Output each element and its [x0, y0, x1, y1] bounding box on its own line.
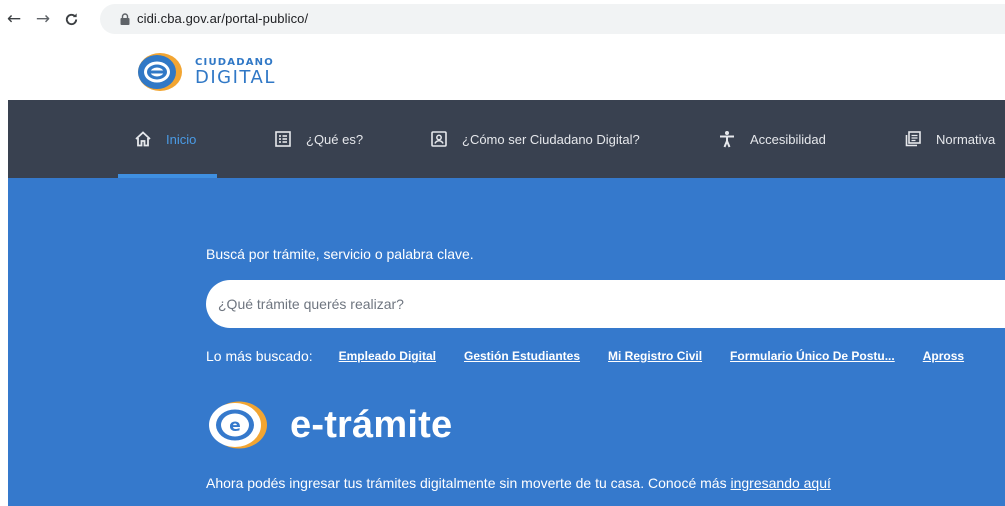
ingresando-aqui-link[interactable]: ingresando aquí	[730, 475, 830, 491]
hero-section: Buscá por trámite, servicio o palabra cl…	[8, 178, 1005, 506]
hero-description: Ahora podés ingresar tus trámites digita…	[206, 475, 831, 491]
address-bar[interactable]: cidi.cba.gov.ar/portal-publico/	[100, 4, 1005, 34]
search-input[interactable]	[206, 280, 1005, 328]
nav-item-inicio[interactable]: Inicio	[134, 100, 196, 178]
nav-label-accesibilidad: Accesibilidad	[750, 131, 826, 147]
url-text: cidi.cba.gov.ar/portal-publico/	[137, 11, 309, 26]
lock-icon	[120, 13, 130, 25]
nav-label-inicio: Inicio	[166, 131, 197, 147]
accessibility-icon	[718, 130, 736, 148]
popular-label: Lo más buscado:	[206, 348, 313, 364]
logo-title-bottom: DIGITAL	[195, 66, 276, 88]
nav-item-que-es[interactable]: ¿Qué es?	[274, 100, 363, 178]
nav-label-que-es: ¿Qué es?	[306, 131, 364, 147]
popular-link-gestion-estudiantes[interactable]: Gestión Estudiantes	[464, 349, 580, 363]
hero-description-text: Ahora podés ingresar tus trámites digita…	[206, 475, 731, 491]
ciudadano-digital-logo-icon	[138, 53, 182, 91]
forward-arrow-icon[interactable]: →	[32, 8, 54, 30]
id-card-icon	[430, 130, 448, 148]
ciudadano-digital-logo[interactable]: CIUDADANO DIGITAL	[137, 52, 276, 92]
search-prompt: Buscá por trámite, servicio o palabra cl…	[206, 246, 474, 262]
etramite-brand: e e-trámite	[206, 400, 452, 450]
etramite-title: e-trámite	[290, 403, 453, 446]
nav-label-como-ser: ¿Cómo ser Ciudadano Digital?	[462, 131, 640, 147]
popular-link-mi-registro-civil[interactable]: Mi Registro Civil	[608, 349, 702, 363]
reload-icon[interactable]	[60, 8, 82, 30]
nav-item-accesibilidad[interactable]: Accesibilidad	[718, 100, 826, 178]
nav-item-como-ser[interactable]: ¿Cómo ser Ciudadano Digital?	[430, 100, 640, 178]
popular-link-formulario-unico[interactable]: Formulario Único De Postu...	[730, 349, 895, 363]
etramite-logo-icon: e	[209, 401, 267, 449]
logo-title-top: CIUDADANO	[195, 56, 274, 68]
svg-text:e: e	[229, 416, 241, 436]
browser-toolbar: ← → cidi.cba.gov.ar/portal-publico/	[0, 0, 1005, 38]
nav-label-normativa: Normativa	[936, 131, 996, 147]
home-icon	[134, 130, 152, 148]
nav-item-normativa[interactable]: Normativa	[904, 100, 995, 178]
documents-icon	[904, 130, 922, 148]
back-arrow-icon[interactable]: ←	[3, 8, 25, 30]
popular-link-empleado-digital[interactable]: Empleado Digital	[339, 349, 436, 363]
popular-link-apross[interactable]: Apross	[923, 349, 964, 363]
list-doc-icon	[274, 130, 292, 148]
popular-searches: Lo más buscado: Empleado Digital Gestión…	[206, 348, 964, 364]
site-header: CIUDADANO DIGITAL	[0, 38, 1005, 100]
main-navigation: Inicio ¿Qué es? ¿Cómo ser Ciudadano Digi…	[8, 100, 1005, 178]
